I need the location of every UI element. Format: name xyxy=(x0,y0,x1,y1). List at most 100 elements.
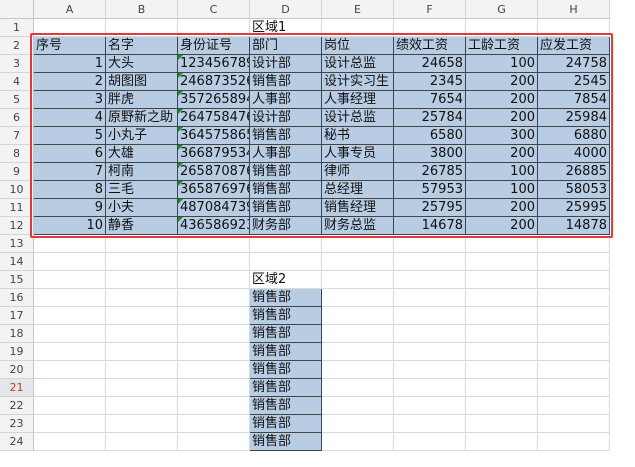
cell[interactable] xyxy=(34,307,106,325)
row-header-16[interactable]: 16 xyxy=(0,289,34,307)
row-header-6[interactable]: 6 xyxy=(0,109,34,127)
cell[interactable] xyxy=(394,433,466,451)
cell[interactable] xyxy=(106,415,178,433)
cell[interactable] xyxy=(538,289,610,307)
table-cell[interactable]: 销售部 xyxy=(250,181,322,199)
table-cell[interactable]: 8 xyxy=(34,181,106,199)
cell[interactable] xyxy=(106,325,178,343)
cell[interactable] xyxy=(466,325,538,343)
table-cell[interactable]: 10 xyxy=(34,217,106,235)
table-cell[interactable]: 365876976 xyxy=(178,181,250,199)
cell[interactable] xyxy=(322,433,394,451)
cell[interactable] xyxy=(106,343,178,361)
table-cell[interactable]: 24658 xyxy=(394,55,466,73)
table-cell[interactable]: 胡图图 xyxy=(106,73,178,91)
row-header-4[interactable]: 4 xyxy=(0,73,34,91)
table-cell[interactable]: 26785 xyxy=(394,163,466,181)
table-cell[interactable]: 总经理 xyxy=(322,181,394,199)
cell[interactable] xyxy=(466,253,538,271)
table-cell[interactable]: 265870876 xyxy=(178,163,250,181)
table-cell[interactable]: 7854 xyxy=(538,91,610,109)
region1-label[interactable]: 区域1 xyxy=(250,19,322,37)
table-cell[interactable]: 100 xyxy=(466,163,538,181)
table-cell[interactable]: 6 xyxy=(34,145,106,163)
table-cell[interactable]: 200 xyxy=(466,91,538,109)
cell[interactable] xyxy=(394,253,466,271)
table-cell[interactable]: 3 xyxy=(34,91,106,109)
row-header-2[interactable]: 2 xyxy=(0,37,34,55)
cell[interactable] xyxy=(178,433,250,451)
table-cell[interactable]: 200 xyxy=(466,73,538,91)
cell[interactable] xyxy=(466,19,538,37)
cell[interactable] xyxy=(178,235,250,253)
cell[interactable] xyxy=(106,271,178,289)
table-cell[interactable]: 25995 xyxy=(538,199,610,217)
table-header-cell[interactable]: 名字 xyxy=(106,37,178,55)
row-header-11[interactable]: 11 xyxy=(0,199,34,217)
cell[interactable] xyxy=(394,271,466,289)
cell[interactable] xyxy=(394,397,466,415)
row-header-24[interactable]: 24 xyxy=(0,433,34,451)
row-header-10[interactable]: 10 xyxy=(0,181,34,199)
table-cell[interactable]: 25795 xyxy=(394,199,466,217)
cell[interactable] xyxy=(538,325,610,343)
cell[interactable] xyxy=(34,361,106,379)
table-cell[interactable]: 设计部 xyxy=(250,55,322,73)
table-cell[interactable]: 6580 xyxy=(394,127,466,145)
row-header-12[interactable]: 12 xyxy=(0,217,34,235)
table-header-cell[interactable]: 部门 xyxy=(250,37,322,55)
cell[interactable] xyxy=(322,307,394,325)
region2-cell[interactable]: 销售部 xyxy=(250,415,322,433)
table-cell[interactable]: 大雄 xyxy=(106,145,178,163)
cell[interactable] xyxy=(394,361,466,379)
region2-label[interactable]: 区域2 xyxy=(250,271,322,289)
cell[interactable] xyxy=(106,361,178,379)
cell[interactable] xyxy=(394,235,466,253)
table-cell[interactable]: 4 xyxy=(34,109,106,127)
table-cell[interactable]: 26885 xyxy=(538,163,610,181)
cell[interactable] xyxy=(394,379,466,397)
table-header-cell[interactable]: 身份证号 xyxy=(178,37,250,55)
cell[interactable] xyxy=(178,289,250,307)
region2-cell[interactable]: 销售部 xyxy=(250,343,322,361)
column-header-G[interactable]: G xyxy=(466,0,538,19)
table-cell[interactable]: 200 xyxy=(466,199,538,217)
row-header-15[interactable]: 15 xyxy=(0,271,34,289)
cell[interactable] xyxy=(34,235,106,253)
cell[interactable] xyxy=(178,19,250,37)
table-cell[interactable]: 364575865 xyxy=(178,127,250,145)
table-cell[interactable]: 200 xyxy=(466,145,538,163)
row-header-14[interactable]: 14 xyxy=(0,253,34,271)
region2-cell[interactable]: 销售部 xyxy=(250,433,322,451)
cell[interactable] xyxy=(394,289,466,307)
table-cell[interactable]: 200 xyxy=(466,109,538,127)
table-cell[interactable]: 人事部 xyxy=(250,145,322,163)
region2-cell[interactable]: 销售部 xyxy=(250,289,322,307)
cell[interactable] xyxy=(538,361,610,379)
row-header-19[interactable]: 19 xyxy=(0,343,34,361)
table-cell[interactable]: 静香 xyxy=(106,217,178,235)
cell[interactable] xyxy=(106,379,178,397)
cell[interactable] xyxy=(178,253,250,271)
table-cell[interactable]: 14878 xyxy=(538,217,610,235)
cell[interactable] xyxy=(322,397,394,415)
table-cell[interactable]: 秘书 xyxy=(322,127,394,145)
cell[interactable] xyxy=(538,343,610,361)
cell[interactable] xyxy=(538,19,610,37)
cell[interactable] xyxy=(250,253,322,271)
table-cell[interactable]: 财务部 xyxy=(250,217,322,235)
cell[interactable] xyxy=(106,289,178,307)
table-cell[interactable]: 人事专员 xyxy=(322,145,394,163)
row-header-7[interactable]: 7 xyxy=(0,127,34,145)
cell[interactable] xyxy=(34,397,106,415)
region2-cell[interactable]: 销售部 xyxy=(250,325,322,343)
table-cell[interactable]: 2545 xyxy=(538,73,610,91)
table-cell[interactable]: 销售部 xyxy=(250,127,322,145)
cell[interactable] xyxy=(34,379,106,397)
cell[interactable] xyxy=(538,235,610,253)
cell[interactable] xyxy=(322,343,394,361)
cell[interactable] xyxy=(466,235,538,253)
cell[interactable] xyxy=(34,433,106,451)
table-cell[interactable]: 设计实习生 xyxy=(322,73,394,91)
table-cell[interactable]: 小丸子 xyxy=(106,127,178,145)
